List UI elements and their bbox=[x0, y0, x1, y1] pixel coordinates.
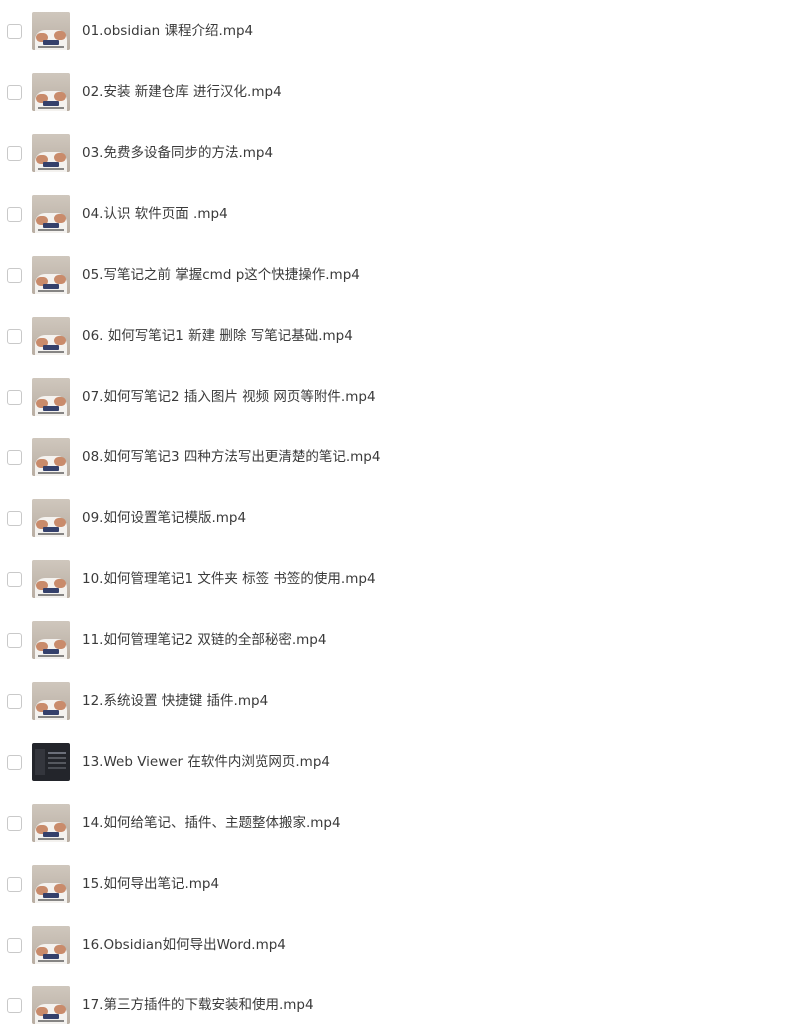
file-row[interactable]: 10.如何管理笔记1 文件夹 标签 书签的使用.mp4 bbox=[0, 549, 792, 610]
file-row[interactable]: 16.Obsidian如何导出Word.mp4 bbox=[0, 915, 792, 976]
file-row[interactable]: 05.写笔记之前 掌握cmd p这个快捷操作.mp4 bbox=[0, 245, 792, 306]
file-row[interactable]: 02.安装 新建仓库 进行汉化.mp4 bbox=[0, 62, 792, 123]
file-row[interactable]: 12.系统设置 快捷键 插件.mp4 bbox=[0, 671, 792, 732]
file-row[interactable]: 17.第三方插件的下载安装和使用.mp4 bbox=[0, 975, 792, 1036]
video-thumbnail[interactable] bbox=[32, 986, 70, 1025]
file-name-label[interactable]: 04.认识 软件页面 .mp4 bbox=[82, 205, 228, 223]
file-row[interactable]: 04.认识 软件页面 .mp4 bbox=[0, 184, 792, 245]
video-thumbnail[interactable] bbox=[32, 560, 70, 599]
video-file-list: 01.obsidian 课程介绍.mp4 02.安装 新建仓库 进行汉化.mp4 0… bbox=[0, 0, 792, 1025]
file-name-label[interactable]: 03.免费多设备同步的方法.mp4 bbox=[82, 144, 273, 162]
select-checkbox[interactable] bbox=[7, 571, 22, 587]
video-thumbnail[interactable] bbox=[32, 804, 70, 843]
file-row[interactable]: 03.免费多设备同步的方法.mp4 bbox=[0, 123, 792, 184]
file-row[interactable]: 15.如何导出笔记.mp4 bbox=[0, 854, 792, 915]
video-thumbnail[interactable] bbox=[32, 73, 70, 112]
select-checkbox[interactable] bbox=[7, 84, 22, 100]
select-checkbox[interactable] bbox=[7, 815, 22, 831]
video-thumbnail[interactable] bbox=[32, 256, 70, 295]
file-name-label[interactable]: 07.如何写笔记2 插入图片 视频 网页等附件.mp4 bbox=[82, 388, 376, 406]
select-checkbox[interactable] bbox=[7, 389, 22, 405]
video-thumbnail[interactable] bbox=[32, 378, 70, 417]
video-thumbnail[interactable] bbox=[32, 134, 70, 173]
file-row[interactable]: 01.obsidian 课程介绍.mp4 bbox=[0, 1, 792, 62]
video-thumbnail[interactable] bbox=[32, 743, 70, 782]
file-name-label[interactable]: 06. 如何写笔记1 新建 删除 写笔记基础.mp4 bbox=[82, 327, 353, 345]
file-row[interactable]: 11.如何管理笔记2 双链的全部秘密.mp4 bbox=[0, 610, 792, 671]
file-name-label[interactable]: 01.obsidian 课程介绍.mp4 bbox=[82, 22, 253, 40]
file-name-label[interactable]: 12.系统设置 快捷键 插件.mp4 bbox=[82, 692, 268, 710]
select-checkbox[interactable] bbox=[7, 206, 22, 222]
file-row[interactable]: 07.如何写笔记2 插入图片 视频 网页等附件.mp4 bbox=[0, 367, 792, 428]
select-checkbox[interactable] bbox=[7, 145, 22, 161]
file-row[interactable]: 13.Web Viewer 在软件内浏览网页.mp4 bbox=[0, 732, 792, 793]
file-row[interactable]: 09.如何设置笔记模版.mp4 bbox=[0, 488, 792, 549]
file-name-label[interactable]: 05.写笔记之前 掌握cmd p这个快捷操作.mp4 bbox=[82, 266, 360, 284]
file-name-label[interactable]: 14.如何给笔记、插件、主题整体搬家.mp4 bbox=[82, 814, 341, 832]
select-checkbox[interactable] bbox=[7, 23, 22, 39]
video-thumbnail[interactable] bbox=[32, 682, 70, 721]
select-checkbox[interactable] bbox=[7, 267, 22, 283]
select-checkbox[interactable] bbox=[7, 449, 22, 465]
select-checkbox[interactable] bbox=[7, 876, 22, 892]
video-thumbnail[interactable] bbox=[32, 195, 70, 234]
file-row[interactable]: 08.如何写笔记3 四种方法写出更清楚的笔记.mp4 bbox=[0, 427, 792, 488]
select-checkbox[interactable] bbox=[7, 693, 22, 709]
video-thumbnail[interactable] bbox=[32, 621, 70, 660]
file-name-label[interactable]: 15.如何导出笔记.mp4 bbox=[82, 875, 219, 893]
video-thumbnail[interactable] bbox=[32, 865, 70, 904]
file-name-label[interactable]: 10.如何管理笔记1 文件夹 标签 书签的使用.mp4 bbox=[82, 570, 376, 588]
select-checkbox[interactable] bbox=[7, 937, 22, 953]
file-row[interactable]: 14.如何给笔记、插件、主题整体搬家.mp4 bbox=[0, 793, 792, 854]
select-checkbox[interactable] bbox=[7, 754, 22, 770]
file-name-label[interactable]: 17.第三方插件的下载安装和使用.mp4 bbox=[82, 996, 314, 1014]
select-checkbox[interactable] bbox=[7, 632, 22, 648]
file-row[interactable]: 06. 如何写笔记1 新建 删除 写笔记基础.mp4 bbox=[0, 306, 792, 367]
video-thumbnail[interactable] bbox=[32, 499, 70, 538]
file-name-label[interactable]: 09.如何设置笔记模版.mp4 bbox=[82, 509, 246, 527]
video-thumbnail[interactable] bbox=[32, 12, 70, 51]
file-name-label[interactable]: 13.Web Viewer 在软件内浏览网页.mp4 bbox=[82, 753, 330, 771]
video-thumbnail[interactable] bbox=[32, 438, 70, 477]
select-checkbox[interactable] bbox=[7, 997, 22, 1013]
select-checkbox[interactable] bbox=[7, 510, 22, 526]
video-thumbnail[interactable] bbox=[32, 317, 70, 356]
file-name-label[interactable]: 11.如何管理笔记2 双链的全部秘密.mp4 bbox=[82, 631, 326, 649]
video-thumbnail[interactable] bbox=[32, 926, 70, 965]
file-name-label[interactable]: 08.如何写笔记3 四种方法写出更清楚的笔记.mp4 bbox=[82, 448, 380, 466]
file-name-label[interactable]: 02.安装 新建仓库 进行汉化.mp4 bbox=[82, 83, 282, 101]
file-name-label[interactable]: 16.Obsidian如何导出Word.mp4 bbox=[82, 936, 286, 954]
select-checkbox[interactable] bbox=[7, 328, 22, 344]
